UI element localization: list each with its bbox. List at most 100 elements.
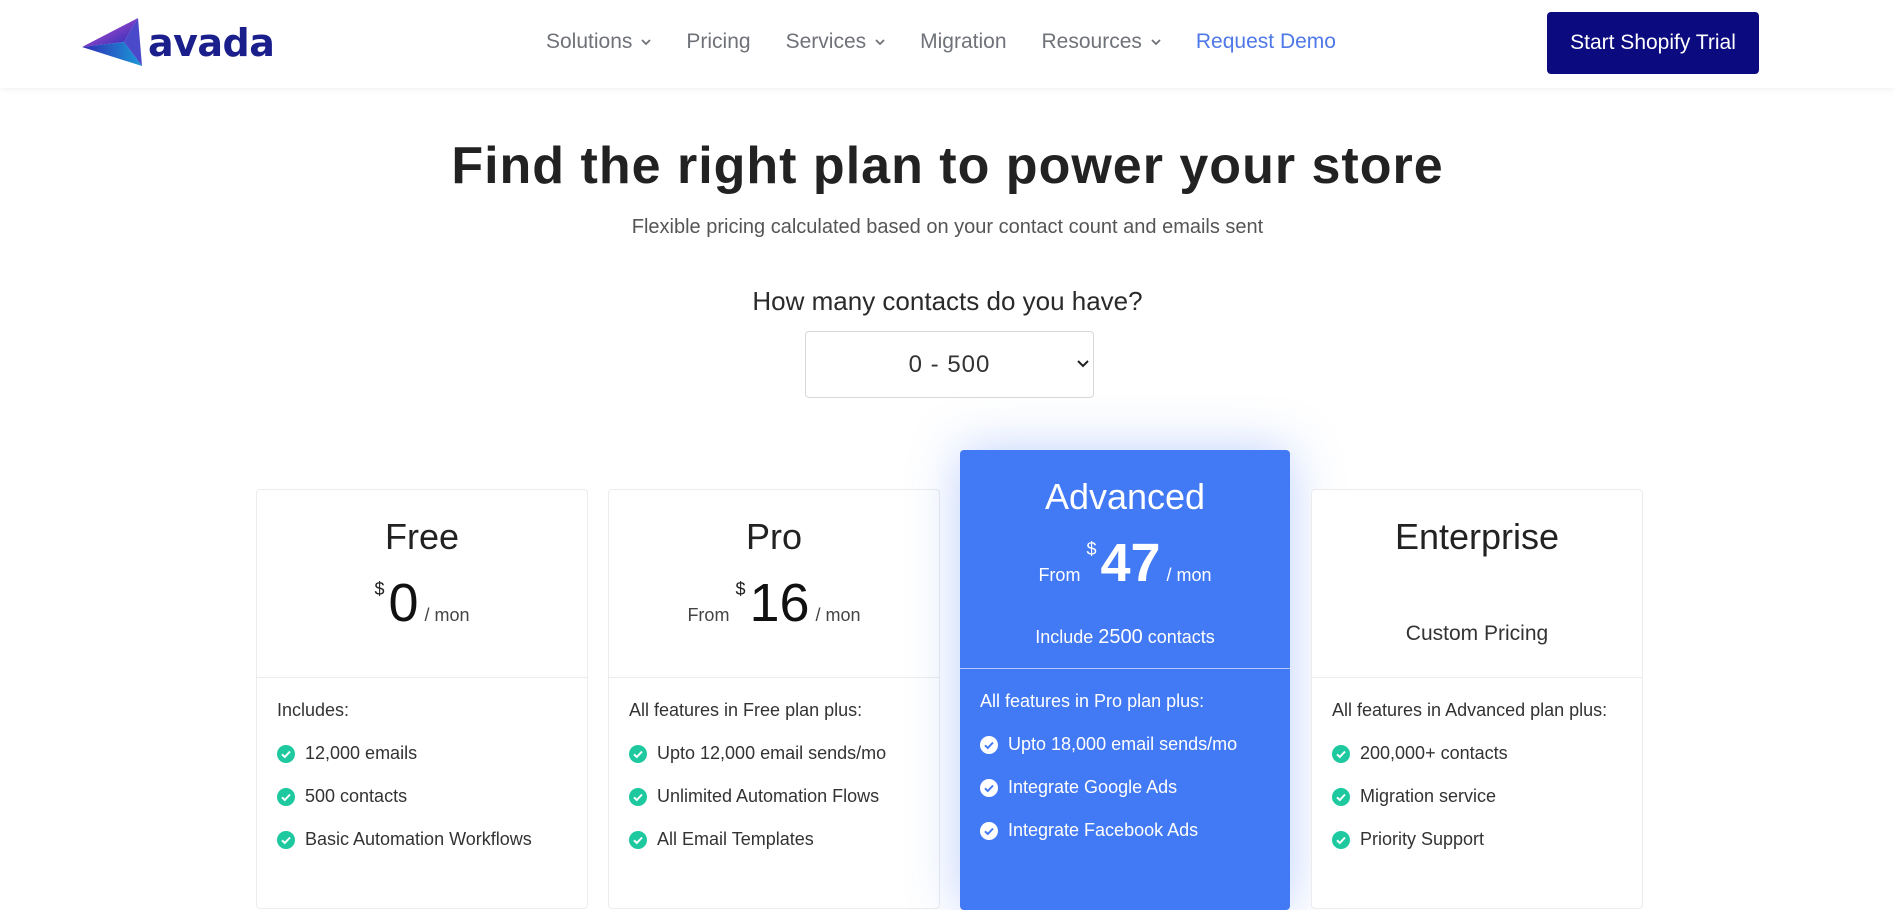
check-circle-icon (980, 821, 998, 840)
logo-wordmark: avada (148, 21, 275, 65)
page-subtitle: Flexible pricing calculated based on you… (631, 216, 1264, 238)
chevron-down-icon (641, 38, 652, 45)
feature-label: Priority Support (1360, 829, 1485, 849)
check-circle-icon (1332, 744, 1350, 763)
price-period: / mon (424, 605, 470, 625)
check-circle-icon (1332, 787, 1350, 806)
features-heading: All features in Advanced plan plus: (1332, 700, 1608, 720)
price-amount: 0 (388, 573, 419, 633)
plan-card-advanced: Advanced From$47/ mon Include 2500 conta… (960, 450, 1290, 910)
price-amount: 47 (1100, 533, 1161, 593)
check-circle-icon (980, 778, 998, 797)
feature-item: 200,000+ contacts (1332, 743, 1607, 764)
start-shopify-trial-button[interactable]: Start Shopify Trial (1547, 12, 1759, 74)
site-header: avada Solutions Pricing Services Migrati… (0, 0, 1895, 88)
plan-header: Enterprise Custom Pricing (1312, 490, 1642, 678)
include-suffix: contacts (1147, 627, 1215, 647)
plan-card-enterprise: Enterprise Custom Pricing All features i… (1311, 489, 1643, 909)
nav-migration[interactable]: Migration (920, 30, 1006, 54)
include-count: 2500 (1098, 626, 1143, 648)
feature-item: Integrate Google Ads (980, 777, 1237, 798)
check-circle-icon (1332, 830, 1350, 849)
check-circle-icon (277, 787, 295, 806)
avada-logo[interactable]: avada (82, 18, 275, 68)
feature-label: All Email Templates (657, 829, 814, 849)
check-circle-icon (980, 735, 998, 754)
nav-label: Solutions (546, 30, 633, 53)
contacts-question: How many contacts do you have? (752, 286, 1143, 316)
check-circle-icon (629, 787, 647, 806)
feature-item: Upto 12,000 email sends/mo (629, 743, 886, 764)
nav-label: Pricing (686, 30, 751, 53)
price-from: From (1038, 565, 1081, 585)
nav-label: Resources (1041, 30, 1142, 53)
nav-solutions[interactable]: Solutions (546, 30, 652, 54)
feature-item: Upto 18,000 email sends/mo (980, 734, 1237, 755)
contacts-select-value: 0 - 500 (908, 350, 991, 378)
custom-pricing-label: Custom Pricing (1405, 622, 1549, 645)
chevron-down-icon (1151, 38, 1161, 45)
plan-price: From$16/ mon (609, 576, 939, 630)
plan-header: Advanced From$47/ mon Include 2500 conta… (960, 450, 1290, 669)
nav-label: Services (785, 30, 867, 53)
contacts-select[interactable]: 0 - 500 (805, 331, 1094, 398)
features-heading: All features in Pro plan plus: (980, 691, 1205, 711)
nav-label: Request Demo (1195, 30, 1336, 53)
feature-label: Basic Automation Workflows (305, 829, 532, 849)
main-nav: Solutions Pricing Services Migration Res… (546, 30, 1371, 54)
price-from: From (687, 605, 730, 625)
plan-features: All features in Free plan plus: Upto 12,… (629, 700, 886, 872)
check-circle-icon (277, 744, 295, 763)
feature-label: Migration service (1360, 786, 1497, 806)
feature-item: Integrate Facebook Ads (980, 820, 1237, 841)
nav-request-demo[interactable]: Request Demo (1196, 30, 1336, 54)
price-currency: $ (374, 579, 385, 599)
plan-name: Free (384, 516, 460, 557)
plan-card-free: Free $0/ mon Includes: 12,000 emails 500… (256, 489, 588, 909)
nav-resources[interactable]: Resources (1042, 30, 1161, 54)
plan-price: From$47/ mon (960, 536, 1290, 590)
feature-label: 500 contacts (305, 786, 408, 806)
plan-name: Enterprise (1394, 516, 1560, 557)
plan-features: All features in Pro plan plus: Upto 18,0… (980, 691, 1237, 863)
feature-label: Upto 18,000 email sends/mo (1008, 734, 1238, 754)
feature-label: Unlimited Automation Flows (657, 786, 880, 806)
feature-label: Integrate Google Ads (1008, 777, 1178, 797)
feature-item: Basic Automation Workflows (277, 829, 532, 850)
included-contacts: Include 2500 contacts (960, 626, 1290, 649)
plan-price: $0/ mon (257, 576, 587, 630)
check-circle-icon (629, 830, 647, 849)
feature-item: Migration service (1332, 786, 1607, 807)
check-circle-icon (277, 830, 295, 849)
feature-item: 500 contacts (277, 786, 532, 807)
feature-item: All Email Templates (629, 829, 886, 850)
feature-label: 12,000 emails (305, 743, 418, 763)
feature-label: Upto 12,000 email sends/mo (657, 743, 887, 763)
nav-label: Migration (920, 30, 1007, 53)
feature-label: 200,000+ contacts (1360, 743, 1508, 763)
include-prefix: Include (1035, 627, 1094, 647)
plan-header: Pro From$16/ mon (609, 490, 939, 678)
check-circle-icon (629, 744, 647, 763)
price-currency: $ (1086, 539, 1097, 559)
price-period: / mon (815, 605, 861, 625)
feature-item: Priority Support (1332, 829, 1607, 850)
features-heading: Includes: (277, 700, 350, 720)
avada-logo-icon (82, 18, 142, 66)
nav-services[interactable]: Services (786, 30, 886, 54)
features-heading: All features in Free plan plus: (629, 700, 863, 720)
plan-features: All features in Advanced plan plus: 200,… (1332, 700, 1607, 872)
feature-label: Integrate Facebook Ads (1008, 820, 1199, 840)
plan-name: Pro (745, 516, 803, 557)
feature-item: 12,000 emails (277, 743, 532, 764)
plan-header: Free $0/ mon (257, 490, 587, 678)
plan-card-pro: Pro From$16/ mon All features in Free pl… (608, 489, 940, 909)
nav-pricing[interactable]: Pricing (686, 30, 750, 54)
feature-item: Unlimited Automation Flows (629, 786, 886, 807)
chevron-down-icon (1077, 360, 1089, 368)
page-title: Find the right plan to power your store (451, 137, 1444, 195)
price-currency: $ (735, 579, 746, 599)
price-period: / mon (1166, 565, 1212, 585)
plan-name: Advanced (1044, 476, 1206, 517)
plan-features: Includes: 12,000 emails 500 contacts Bas… (277, 700, 532, 872)
